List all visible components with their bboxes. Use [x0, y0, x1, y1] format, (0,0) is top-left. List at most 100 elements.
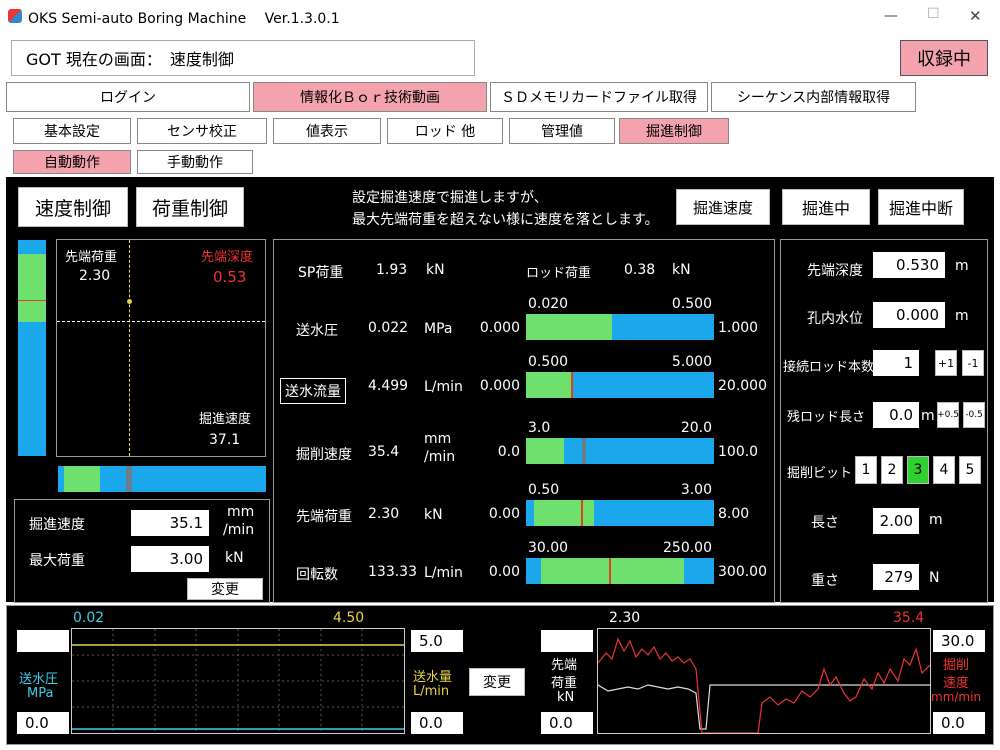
- bit-2-button[interactable]: 2: [881, 456, 903, 484]
- load-control-button[interactable]: 荷重制御: [136, 187, 244, 227]
- dig-speed-unit: mm/min: [931, 690, 982, 704]
- tab-values[interactable]: 値表示: [273, 118, 381, 144]
- description-line2: 最大先端荷重を超えない様に速度を落とします。: [352, 212, 659, 228]
- window-title: OKS Semi-auto Boring Machine Ver.1.3.0.1: [28, 11, 340, 27]
- depth-gauge-marker: [18, 300, 46, 301]
- water-pressure-label: 送水圧: [19, 672, 59, 687]
- dig-speed-label1: 掘削: [943, 658, 970, 673]
- rods-plus-button[interactable]: +1: [935, 350, 957, 376]
- tab-manage[interactable]: 管理値: [509, 118, 615, 144]
- bit-label: 掘削ビット: [787, 466, 853, 481]
- digging-speed-button[interactable]: 掘進速度: [676, 189, 770, 225]
- sp-load-label: SP荷重: [298, 265, 344, 281]
- vertical-dash-line: [129, 240, 130, 456]
- interrupt-button[interactable]: 掘進中断: [878, 189, 964, 225]
- water-value: 0.000: [873, 302, 945, 328]
- plot-load-value: 2.30: [79, 268, 111, 284]
- recording-button[interactable]: 収録中: [900, 40, 988, 76]
- gauge-marker: [580, 500, 583, 526]
- remain-unit: m: [921, 408, 935, 424]
- row-label[interactable]: 送水流量: [280, 378, 346, 404]
- gauge-max: 8.00: [718, 506, 750, 522]
- gauge-bar: [526, 500, 714, 526]
- plot-depth-value: 0.53: [213, 268, 247, 286]
- speed-gauge: [58, 466, 266, 492]
- digging-status-button[interactable]: 掘進中: [782, 189, 870, 225]
- tab-dig-control[interactable]: 掘進制御: [619, 118, 729, 144]
- remain-plus-button[interactable]: +0.5: [937, 402, 959, 428]
- close-icon[interactable]: ✕: [969, 7, 982, 25]
- left-chart-top-b: 4.50: [333, 610, 365, 626]
- tab-sensor[interactable]: センサ校正: [137, 118, 267, 144]
- tab-manual[interactable]: 手動動作: [137, 150, 253, 174]
- tip-load-value: 0.0: [541, 712, 593, 734]
- gauge-high: 5.000: [671, 354, 712, 370]
- right-chart-top-a: 2.30: [609, 610, 641, 626]
- gauge-marker: [608, 558, 611, 584]
- tab-sequence[interactable]: シーケンス内部情報取得: [711, 82, 916, 112]
- left-top-input[interactable]: [17, 630, 69, 652]
- row-label: 送水圧: [296, 323, 338, 339]
- row-label: 先端荷重: [296, 509, 352, 525]
- gauge-low: 0.50: [528, 482, 560, 498]
- bit-5-button[interactable]: 5: [959, 456, 981, 484]
- remain-value: 0.0: [873, 402, 919, 428]
- tab-info-video[interactable]: 情報化Ｂｏｒ技術動画: [253, 82, 487, 112]
- gauge-min: 0.00: [488, 506, 520, 522]
- setting-maxload-unit: kN: [225, 550, 244, 566]
- gauge-high: 20.0: [680, 420, 712, 436]
- setting-speed-input[interactable]: 35.1: [131, 510, 209, 536]
- gauge-green: [526, 372, 572, 398]
- row-unit: mm /min: [424, 431, 456, 465]
- tip-load-series-line: [598, 684, 930, 730]
- depth-label: 先端深度: [807, 263, 863, 279]
- gauge-low: 30.00: [528, 540, 569, 556]
- speed-control-button[interactable]: 速度制御: [18, 187, 128, 227]
- gauge-bar: [526, 372, 714, 398]
- water-label: 孔内水位: [807, 311, 863, 327]
- sp-load-unit: kN: [426, 262, 445, 278]
- row-unit: kN: [424, 507, 443, 523]
- tab-rod[interactable]: ロッド 他: [387, 118, 503, 144]
- maximize-icon[interactable]: ☐: [927, 6, 940, 22]
- horizontal-dash-line: [57, 321, 265, 322]
- depth-plot: 先端荷重 2.30 先端深度 0.53 掘進速度 37.1: [56, 239, 266, 457]
- gauge-max: 300.00: [718, 564, 767, 580]
- gauge-min: 0.000: [479, 320, 520, 336]
- depth-unit: m: [955, 258, 969, 274]
- row-unit: L/min: [424, 565, 463, 581]
- setting-speed-unit2: /min: [223, 522, 255, 538]
- water-unit: m: [955, 308, 969, 324]
- right-top-input[interactable]: [541, 630, 593, 652]
- water-pressure-value: 0.0: [17, 712, 69, 734]
- setting-maxload-input[interactable]: 3.00: [131, 546, 209, 572]
- tab-basic[interactable]: 基本設定: [13, 118, 131, 144]
- right-chart: [597, 628, 931, 734]
- app-icon: [8, 9, 22, 23]
- description-line1: 設定掘進速度で掘進しますが、: [352, 190, 548, 206]
- chart-change-button[interactable]: 変更: [469, 668, 525, 696]
- gauge-min: 0.000: [479, 378, 520, 394]
- bottom-panel: 0.02 4.50 送水圧 MPa 0.0 5.0 送水量 L/min 0.0 …: [6, 605, 994, 745]
- tab-login[interactable]: ログイン: [6, 82, 250, 112]
- bit-4-button[interactable]: 4: [933, 456, 955, 484]
- setting-change-button[interactable]: 変更: [187, 578, 263, 600]
- minimize-icon[interactable]: —: [884, 8, 898, 24]
- remain-minus-button[interactable]: -0.5: [963, 402, 985, 428]
- rods-minus-button[interactable]: -1: [962, 350, 984, 376]
- dig-speed-series-line: [598, 637, 930, 733]
- row-value: 2.30: [368, 506, 400, 522]
- gauge-low: 0.500: [528, 354, 569, 370]
- bit-3-button[interactable]: 3: [907, 456, 929, 484]
- row-value: 4.499: [368, 378, 409, 394]
- tab-auto[interactable]: 自動動作: [13, 150, 131, 174]
- row-value: 35.4: [368, 444, 400, 460]
- tab-sd-card[interactable]: ＳＤメモリカードファイル取得: [490, 82, 708, 112]
- left-chart-top-a: 0.02: [73, 610, 105, 626]
- right-max-value: 30.0: [933, 630, 985, 652]
- gauge-green: [541, 558, 684, 584]
- flow-value: 0.0: [411, 712, 463, 734]
- row-value: 0.022: [368, 320, 409, 336]
- bit-1-button[interactable]: 1: [855, 456, 877, 484]
- weight-unit: N: [929, 570, 940, 586]
